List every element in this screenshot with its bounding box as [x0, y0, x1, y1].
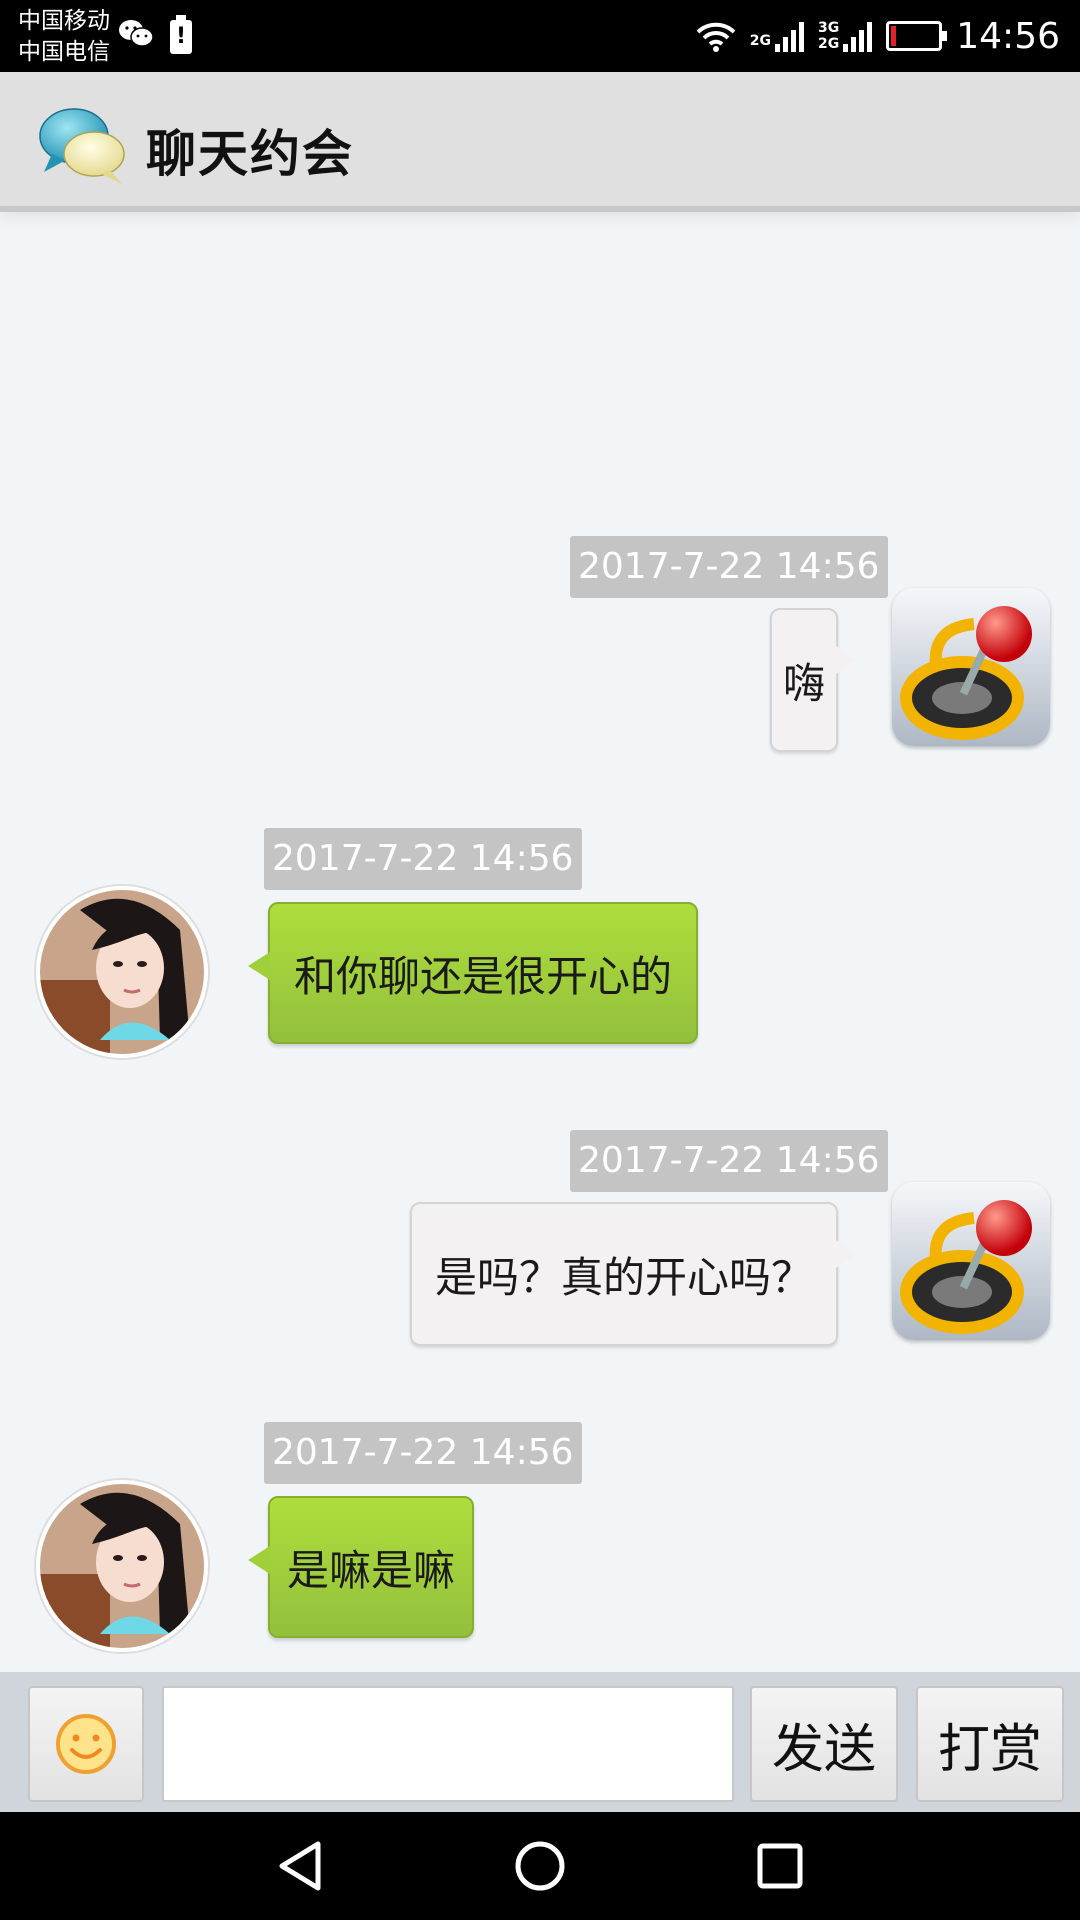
- wechat-icon: [119, 20, 154, 47]
- app-title: 聊天约会: [146, 125, 354, 183]
- battery-icon: [886, 21, 948, 51]
- navigation-bar: [0, 1812, 1080, 1920]
- carrier-2-label: 中国电信: [18, 39, 110, 65]
- battery-level: [891, 26, 897, 46]
- chat-bubbles-icon: [39, 108, 125, 184]
- joystick-app-icon: [892, 1182, 1050, 1340]
- message-timestamp: 2017-7-22 14:56: [570, 1130, 888, 1192]
- joystick-app-icon: [892, 588, 1050, 746]
- screen: 中国移动 中国电信 ! 2G 3G 2G 14:56 聊天约会 2017-7-2…: [0, 0, 1080, 1920]
- received-message-bubble[interactable]: 和你聊还是很开心的: [248, 902, 698, 1044]
- chat-area[interactable]: 2017-7-22 14:56 嗨 2017-7-22 14:56 和你聊还是很…: [0, 218, 1080, 1672]
- sim-alert-icon: !: [170, 15, 192, 54]
- network-2-top-label: 3G: [818, 20, 840, 36]
- wifi-icon: [696, 22, 736, 52]
- sent-message-bubble[interactable]: 嗨: [770, 608, 856, 752]
- sent-message-bubble[interactable]: 是吗？真的开心吗？: [410, 1202, 856, 1346]
- contact-photo: [40, 890, 204, 1054]
- contact-avatar[interactable]: [36, 1480, 208, 1652]
- my-avatar[interactable]: [892, 588, 1050, 746]
- smiley-icon: [56, 1714, 116, 1774]
- back-triangle-icon[interactable]: [270, 1836, 330, 1896]
- signal-1: 2G: [749, 20, 805, 52]
- received-message-bubble[interactable]: 是嘛是嘛: [248, 1496, 474, 1638]
- network-2-labels: 3G 2G: [818, 21, 839, 51]
- contact-photo: [40, 1484, 204, 1648]
- send-button[interactable]: 发送: [750, 1686, 898, 1802]
- contact-avatar[interactable]: [36, 886, 208, 1058]
- carriers: 中国移动 中国电信: [18, 6, 110, 68]
- recents-square-icon[interactable]: [750, 1836, 810, 1896]
- emoji-button[interactable]: [28, 1686, 144, 1802]
- my-avatar[interactable]: [892, 1182, 1050, 1340]
- network-1-label: 2G: [749, 33, 772, 49]
- signal-2: 3G 2G: [818, 20, 873, 52]
- message-timestamp: 2017-7-22 14:56: [264, 828, 582, 890]
- signal-bars-1-icon: [775, 20, 805, 52]
- home-circle-icon[interactable]: [510, 1836, 570, 1896]
- message-timestamp: 2017-7-22 14:56: [570, 536, 888, 598]
- message-input[interactable]: [162, 1686, 734, 1802]
- network-2-bottom-label: 2G: [818, 36, 840, 52]
- tip-button[interactable]: 打赏: [916, 1686, 1064, 1802]
- status-time: 14:56: [956, 15, 1060, 57]
- title-bar: 聊天约会: [0, 72, 1080, 212]
- input-bar: 发送 打赏: [0, 1672, 1080, 1812]
- status-bar: 中国移动 中国电信 ! 2G 3G 2G 14:56: [0, 0, 1080, 72]
- signal-bars-2-icon: [843, 20, 873, 52]
- message-timestamp: 2017-7-22 14:56: [264, 1422, 582, 1484]
- status-right: 2G 3G 2G 14:56: [696, 0, 1060, 72]
- carrier-1-label: 中国移动: [18, 8, 110, 34]
